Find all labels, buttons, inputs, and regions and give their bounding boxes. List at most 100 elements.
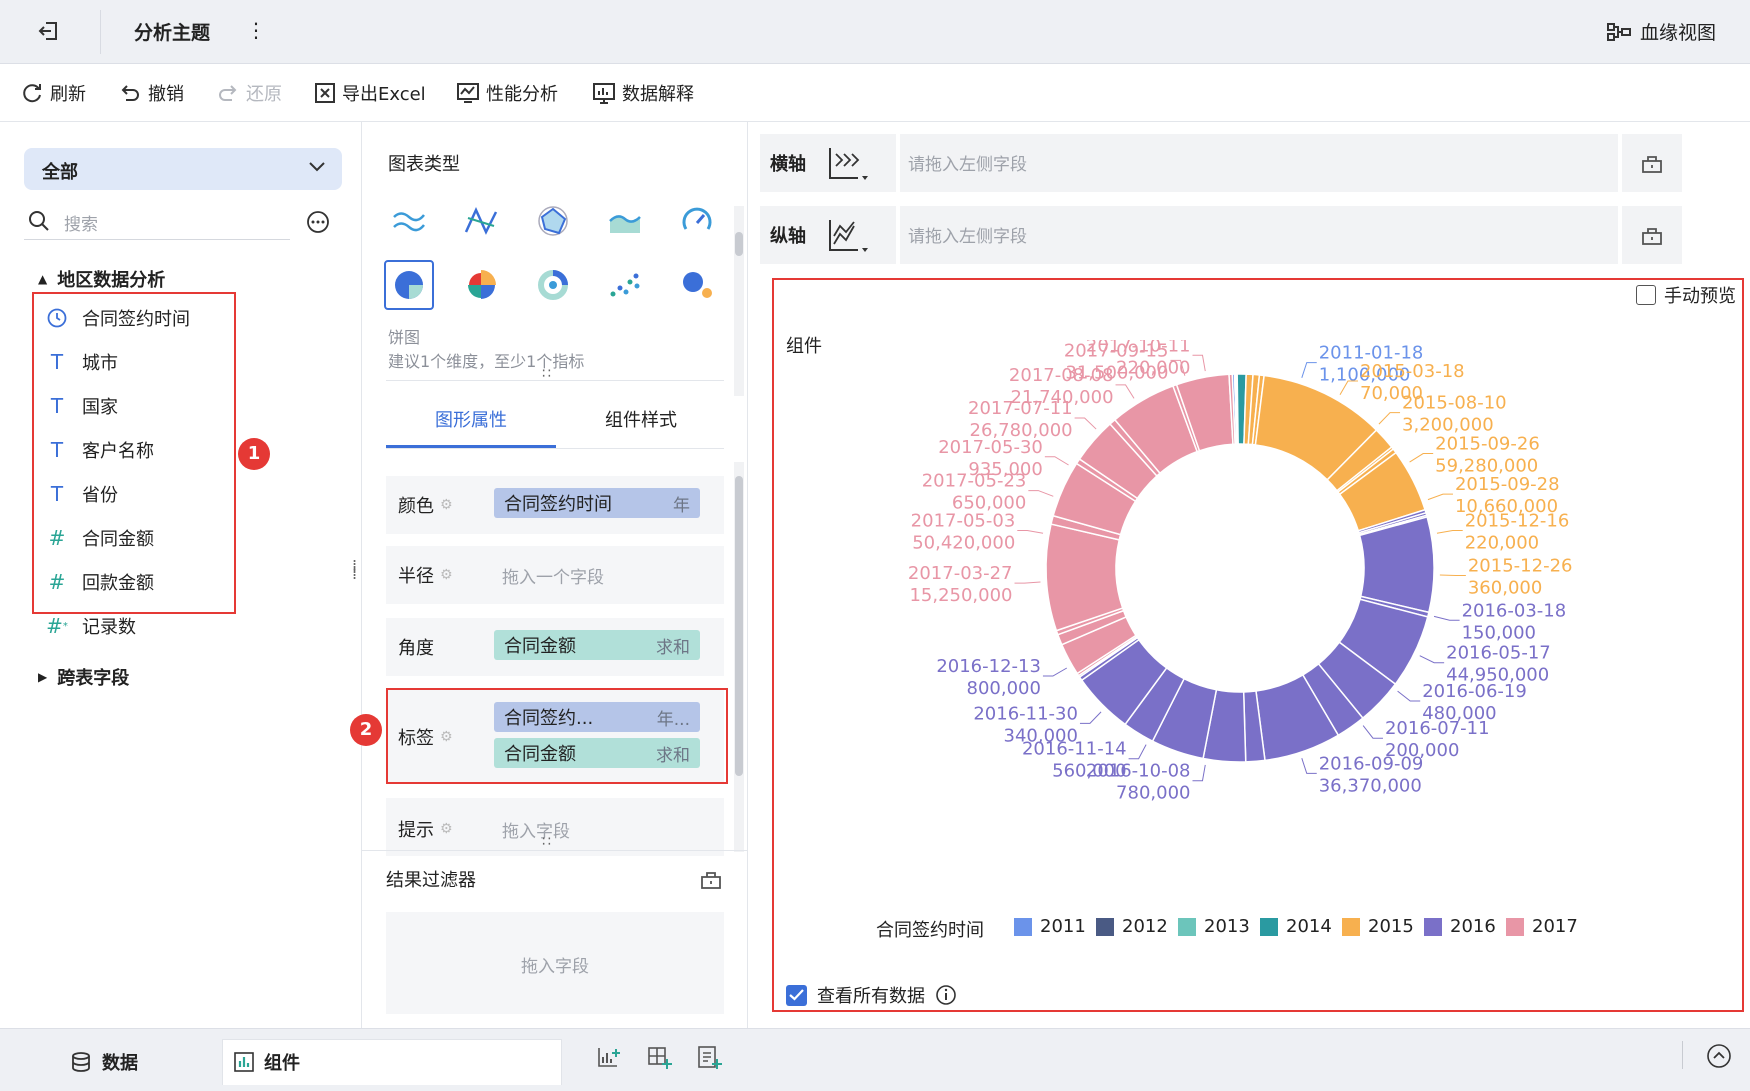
legend-item[interactable]: 2012 — [1096, 916, 1168, 937]
area-chart-icon[interactable] — [600, 196, 650, 246]
color-field-pill[interactable]: 合同签约时间 年 — [494, 488, 700, 518]
tab-label: 组件 — [264, 1053, 300, 1074]
exit-icon[interactable] — [36, 18, 62, 44]
line-chart-icon[interactable] — [384, 196, 434, 246]
legend-item[interactable]: 2011 — [1014, 916, 1086, 937]
manual-preview-toggle[interactable]: 手动预览 — [1636, 282, 1736, 308]
legend-item[interactable]: 2015 — [1342, 916, 1414, 937]
page-title: 分析主题 — [134, 22, 211, 44]
label-leader-line — [1436, 529, 1463, 534]
data-label-date: 2016-07-11 — [1385, 718, 1490, 739]
info-icon[interactable] — [935, 984, 957, 1006]
field-item[interactable]: T 客户名称 — [44, 436, 154, 464]
data-label-value: 150,000 — [1462, 622, 1536, 643]
step-badge-1: 1 — [238, 438, 270, 470]
field-item[interactable]: # 合同金额 — [44, 524, 154, 552]
props-scrollbar[interactable] — [734, 462, 744, 852]
field-item[interactable]: T 城市 — [44, 348, 118, 376]
gear-icon[interactable]: ⚙ — [440, 497, 453, 513]
legend-item[interactable]: 2014 — [1260, 916, 1332, 937]
data-label-date: 2016-06-19 — [1422, 681, 1527, 702]
performance-button[interactable]: 性能分析 — [456, 80, 558, 106]
drag-handle-icon[interactable]: ∷ — [542, 834, 553, 850]
refresh-button[interactable]: 刷新 — [20, 80, 86, 106]
search-field[interactable]: 搜索 — [24, 202, 290, 240]
view-all-data-toggle[interactable]: 查看所有数据 — [786, 982, 957, 1008]
gauge-chart-icon[interactable] — [672, 196, 722, 246]
redo-button[interactable]: 还原 — [216, 80, 282, 106]
data-explain-button[interactable]: 数据解释 — [592, 80, 694, 106]
tab-widget[interactable]: 组件 — [234, 1039, 300, 1085]
radius-dropzone[interactable]: 拖入一个字段 — [502, 563, 604, 588]
resize-handle[interactable]: ⁞ ⁞ — [352, 558, 357, 582]
caret-down-icon: ▲ — [38, 272, 48, 286]
group-cross-table[interactable]: ▶ 跨表字段 — [38, 664, 129, 690]
label-leader-line — [1017, 529, 1044, 534]
undo-button[interactable]: 撤销 — [118, 80, 184, 106]
collapse-up-icon[interactable] — [1706, 1043, 1732, 1069]
group-region-analysis[interactable]: ▲ 地区数据分析 — [38, 266, 165, 292]
donut-chart[interactable]: 2017-10-11220,0002011-01-181,100,0002015… — [774, 340, 1742, 900]
prop-angle: 角度 合同金额 求和 — [386, 618, 724, 676]
tab-graphic-props[interactable]: 图形属性 — [386, 402, 556, 448]
add-report-icon[interactable] — [696, 1045, 722, 1071]
data-label-date: 2016-09-09 — [1319, 753, 1424, 774]
legend-swatch — [1260, 917, 1278, 936]
gear-icon[interactable]: ⚙ — [440, 567, 453, 583]
lock-icon[interactable] — [1618, 134, 1682, 192]
more-options-icon[interactable] — [306, 210, 330, 234]
number-type-icon: # — [48, 526, 66, 550]
x-axis-shelf: 横轴 请拖入左侧字段 — [760, 134, 1682, 192]
group-label: 跨表字段 — [57, 668, 130, 689]
field-item[interactable]: # 回款金额 — [44, 568, 154, 596]
field-item[interactable]: # * 记录数 — [44, 612, 136, 640]
lock-icon[interactable] — [1618, 206, 1682, 264]
lineage-view-button[interactable]: 血缘视图 — [1606, 18, 1716, 45]
radar-line-chart-icon[interactable] — [456, 196, 506, 246]
refresh-label: 刷新 — [50, 84, 86, 105]
legend-item[interactable]: 2013 — [1178, 916, 1250, 937]
data-label-date: 2015-12-26 — [1468, 556, 1573, 577]
tip-dropzone[interactable]: 拖入字段 — [502, 817, 570, 842]
scatter-chart-icon[interactable] — [600, 260, 650, 310]
angle-field-pill[interactable]: 合同金额 求和 — [494, 630, 700, 660]
field-item[interactable]: T 国家 — [44, 392, 118, 420]
x-axis-type-icon[interactable] — [826, 146, 870, 184]
field-item[interactable]: T 省份 — [44, 480, 118, 508]
number-type-icon: # — [48, 570, 66, 594]
filter-dropzone[interactable]: 拖入字段 — [386, 912, 724, 1014]
field-label: 记录数 — [82, 617, 136, 638]
bubble-chart-icon[interactable] — [672, 260, 722, 310]
tab-data[interactable]: 数据 — [70, 1039, 138, 1085]
radar-chart-icon[interactable] — [528, 196, 578, 246]
performance-icon — [456, 81, 480, 105]
lock-icon[interactable] — [700, 868, 722, 890]
table-dropdown[interactable]: 全部 — [24, 148, 342, 190]
chart-hint: 建议1个维度，至少1个指标 — [388, 352, 585, 371]
y-axis-type-icon[interactable] — [826, 218, 870, 256]
x-axis-dropzone[interactable]: 请拖入左侧字段 — [908, 150, 1027, 175]
legend-label: 2013 — [1204, 916, 1250, 937]
legend-item[interactable]: 2017 — [1506, 916, 1578, 937]
rose-chart-icon[interactable] — [456, 260, 506, 310]
gear-icon[interactable]: ⚙ — [440, 821, 453, 837]
pie-chart-icon[interactable] — [384, 260, 434, 310]
prop-label-text: 提示 — [398, 820, 434, 841]
field-label: 城市 — [82, 353, 118, 374]
label-leader-line — [1192, 354, 1206, 372]
more-vertical-icon[interactable]: ⋮ — [246, 18, 266, 42]
field-item[interactable]: 合同签约时间 — [44, 304, 190, 332]
legend-item[interactable]: 2016 — [1424, 916, 1496, 937]
add-widget-icon[interactable] — [596, 1045, 622, 1071]
export-excel-button[interactable]: 导出Excel — [314, 80, 426, 106]
chart-type-scrollbar[interactable] — [734, 206, 744, 396]
donut-chart-icon[interactable] — [528, 260, 578, 310]
add-dashboard-icon[interactable] — [646, 1045, 672, 1071]
y-axis-dropzone[interactable]: 请拖入左侧字段 — [908, 222, 1027, 247]
view-all-checkbox[interactable] — [786, 984, 807, 1006]
label-leader-line — [1419, 655, 1445, 664]
tab-widget-style[interactable]: 组件样式 — [556, 402, 726, 448]
data-label-date: 2017-03-27 — [908, 563, 1013, 584]
manual-preview-checkbox[interactable] — [1636, 285, 1656, 305]
label-leader-line — [1042, 667, 1068, 677]
